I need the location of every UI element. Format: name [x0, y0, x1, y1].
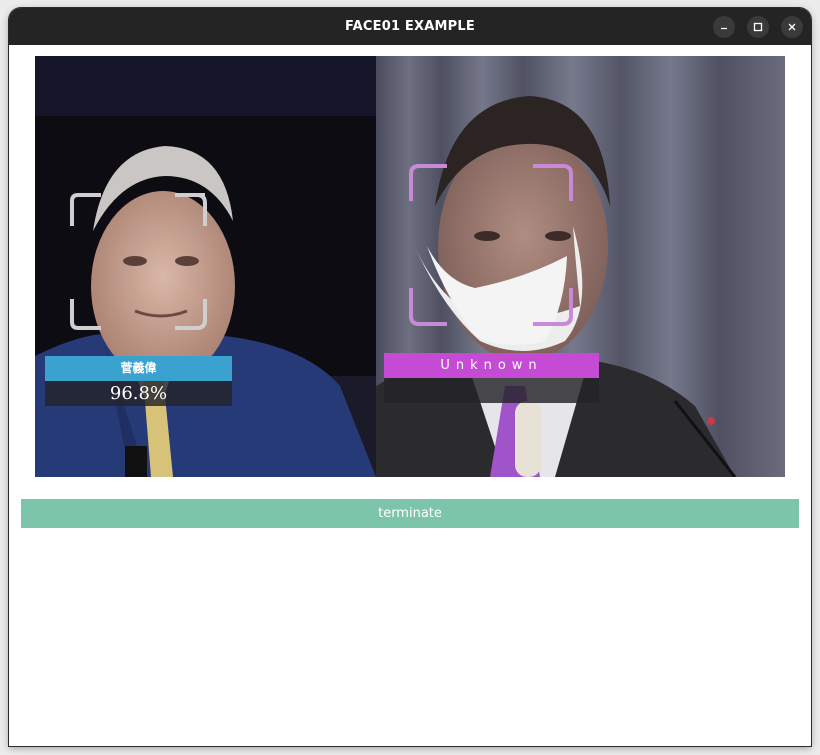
face-label-left: 菅義偉 96.8%: [45, 356, 232, 406]
face-label-right: Unknown: [384, 353, 599, 403]
video-frame-image: [35, 56, 785, 477]
face-name-label: 菅義偉: [45, 356, 232, 381]
face-score-label: 96.8%: [45, 381, 232, 406]
maximize-button[interactable]: [747, 16, 769, 38]
maximize-icon: [753, 22, 763, 32]
minimize-icon: [719, 22, 729, 32]
face-name-label: Unknown: [384, 353, 599, 378]
terminate-button[interactable]: terminate: [21, 499, 799, 528]
app-window: FACE01 EXAMPLE 菅義偉 96.8% Unknown termina…: [9, 8, 811, 746]
video-frame: 菅義偉 96.8% Unknown: [35, 56, 785, 477]
close-icon: [787, 22, 797, 32]
close-button[interactable]: [781, 16, 803, 38]
window-title: FACE01 EXAMPLE: [345, 19, 475, 34]
minimize-button[interactable]: [713, 16, 735, 38]
face-score-label: [384, 378, 599, 403]
title-bar[interactable]: FACE01 EXAMPLE: [9, 8, 811, 45]
